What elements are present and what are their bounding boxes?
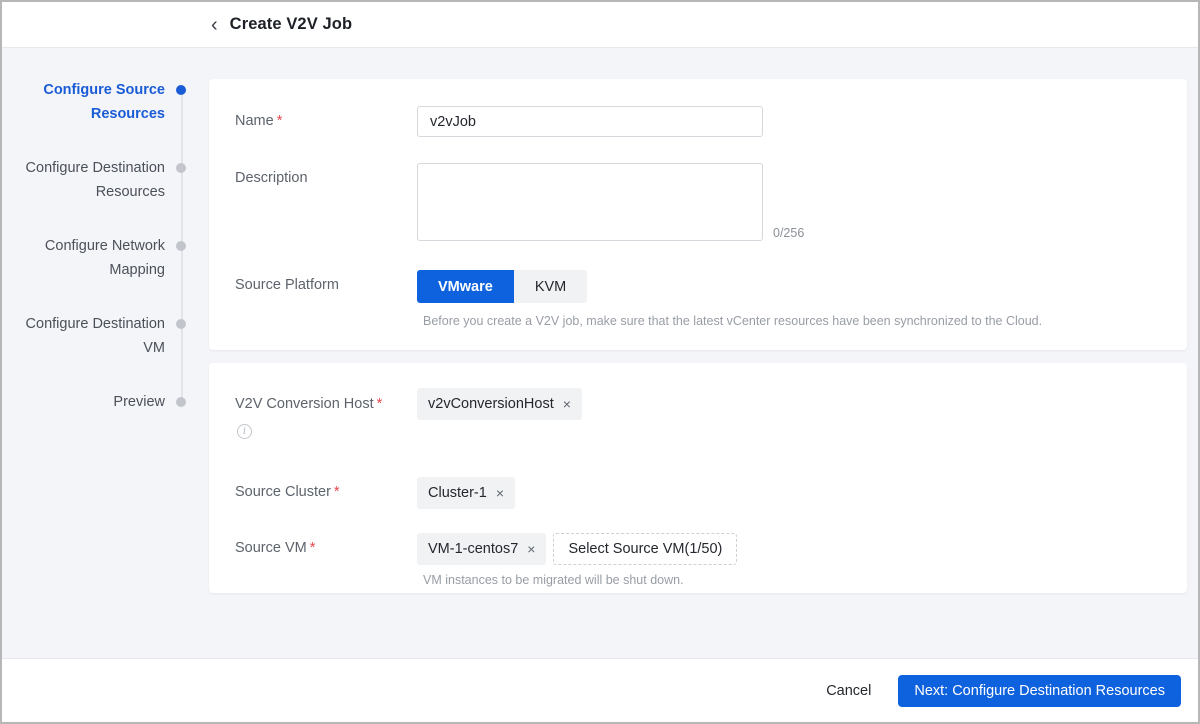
source-cluster-label: Source Cluster* bbox=[235, 477, 417, 508]
footer-bar: Cancel Next: Configure Destination Resou… bbox=[2, 658, 1198, 722]
char-counter: 0/256 bbox=[773, 226, 804, 240]
description-label: Description bbox=[235, 163, 417, 194]
step-dot bbox=[176, 319, 186, 329]
step-label: Configure Destination VM bbox=[2, 312, 165, 360]
cancel-button[interactable]: Cancel bbox=[826, 683, 871, 699]
source-cluster-label-text: Source Cluster bbox=[235, 484, 331, 500]
main-column: Name* Description 0/256 Source Platform bbox=[209, 48, 1198, 658]
source-vm-label-text: Source VM bbox=[235, 540, 307, 556]
next-button[interactable]: Next: Configure Destination Resources bbox=[898, 675, 1181, 707]
remove-tag-icon[interactable]: × bbox=[496, 486, 504, 500]
step-label: Configure Source Resources bbox=[2, 78, 165, 126]
required-asterisk: * bbox=[277, 113, 283, 129]
info-icon[interactable]: i bbox=[237, 424, 252, 439]
step-preview[interactable]: Preview bbox=[2, 390, 209, 468]
platform-segmented-control: VMware KVM bbox=[417, 270, 1042, 303]
step-label: Configure Network Mapping bbox=[2, 234, 165, 282]
source-cluster-row: Source Cluster* Cluster-1 × bbox=[235, 477, 1157, 509]
conversion-host-row: V2V Conversion Host* i v2vConversionHost… bbox=[235, 388, 1157, 439]
required-asterisk: * bbox=[310, 540, 316, 556]
wizard-steps: Configure Source Resources Configure Des… bbox=[2, 48, 209, 658]
source-platform-label: Source Platform bbox=[235, 270, 417, 301]
source-platform-control: VMware KVM Before you create a V2V job, … bbox=[417, 270, 1042, 330]
description-textarea[interactable] bbox=[417, 163, 763, 241]
page-title: Create V2V Job bbox=[230, 15, 352, 34]
source-vm-hint: VM instances to be migrated will be shut… bbox=[423, 573, 737, 587]
name-row: Name* bbox=[235, 106, 1157, 137]
platform-hint: Before you create a V2V job, make sure t… bbox=[423, 312, 1042, 330]
platform-option-vmware[interactable]: VMware bbox=[417, 270, 514, 303]
step-dot bbox=[176, 241, 186, 251]
select-source-vm-button[interactable]: Select Source VM(1/50) bbox=[553, 533, 737, 565]
conversion-host-label-text: V2V Conversion Host bbox=[235, 396, 374, 412]
create-v2v-job-page: ‹ Create V2V Job Configure Source Resour… bbox=[0, 0, 1200, 724]
back-icon[interactable]: ‹ bbox=[209, 15, 220, 35]
step-dot bbox=[176, 163, 186, 173]
required-asterisk: * bbox=[377, 396, 383, 412]
conversion-host-label-block: V2V Conversion Host* i bbox=[235, 388, 417, 439]
tag-text: VM-1-centos7 bbox=[428, 541, 518, 557]
source-platform-row: Source Platform VMware KVM Before you cr… bbox=[235, 270, 1157, 330]
step-configure-source-resources[interactable]: Configure Source Resources bbox=[2, 78, 209, 156]
step-label: Preview bbox=[2, 390, 165, 414]
source-vm-tag: VM-1-centos7 × bbox=[417, 533, 546, 565]
source-vm-row: Source VM* VM-1-centos7 × Select Source … bbox=[235, 533, 1157, 587]
step-dot-active bbox=[176, 85, 186, 95]
source-vm-tags: VM-1-centos7 × Select Source VM(1/50) bbox=[417, 533, 737, 565]
name-label: Name* bbox=[235, 106, 417, 137]
remove-tag-icon[interactable]: × bbox=[563, 397, 571, 411]
source-vm-control: VM-1-centos7 × Select Source VM(1/50) VM… bbox=[417, 533, 737, 587]
description-row: Description 0/256 bbox=[235, 163, 1157, 246]
remove-tag-icon[interactable]: × bbox=[527, 542, 535, 556]
tag-text: v2vConversionHost bbox=[428, 396, 554, 412]
required-asterisk: * bbox=[334, 484, 340, 500]
source-resources-panel: V2V Conversion Host* i v2vConversionHost… bbox=[209, 363, 1187, 593]
content-area: Configure Source Resources Configure Des… bbox=[2, 48, 1198, 658]
basic-info-panel: Name* Description 0/256 Source Platform bbox=[209, 79, 1187, 350]
step-dot bbox=[176, 397, 186, 407]
description-field-wrap: 0/256 bbox=[417, 163, 763, 246]
tag-text: Cluster-1 bbox=[428, 485, 487, 501]
source-vm-label: Source VM* bbox=[235, 533, 417, 564]
step-configure-destination-vm[interactable]: Configure Destination VM bbox=[2, 312, 209, 390]
conversion-host-label: V2V Conversion Host* bbox=[235, 388, 417, 420]
platform-option-kvm[interactable]: KVM bbox=[514, 270, 587, 303]
source-cluster-tag: Cluster-1 × bbox=[417, 477, 515, 509]
name-input[interactable] bbox=[417, 106, 763, 137]
step-configure-network-mapping[interactable]: Configure Network Mapping bbox=[2, 234, 209, 312]
step-label: Configure Destination Resources bbox=[2, 156, 165, 204]
conversion-host-tag: v2vConversionHost × bbox=[417, 388, 582, 420]
name-label-text: Name bbox=[235, 113, 274, 129]
page-header: ‹ Create V2V Job bbox=[2, 2, 1198, 48]
step-configure-destination-resources[interactable]: Configure Destination Resources bbox=[2, 156, 209, 234]
